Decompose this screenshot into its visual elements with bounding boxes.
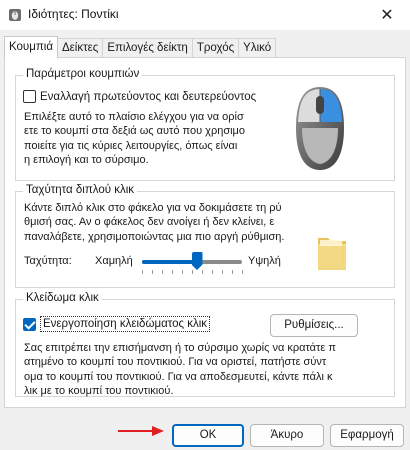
- tab-strip: Κουμπιά Δείκτες Επιλογές δείκτη Τροχός Υ…: [4, 36, 277, 58]
- slider-tick: [202, 270, 203, 274]
- apply-button[interactable]: Εφαρμογή: [330, 424, 404, 447]
- click-lock-group: Κλείδωμα κλικ Ενεργοποίηση κλειδώματος κ…: [15, 292, 395, 398]
- slider-tick: [142, 270, 143, 274]
- description-line: η επιλογή και το σύρσιμο.: [24, 153, 149, 166]
- description-line: παναλάβετε, χρησιμοποιώντας μια πιο αργή…: [24, 230, 285, 243]
- description-line: Κάντε διπλό κλικ στο φάκελο για να δοκιμ…: [24, 202, 282, 214]
- close-icon: ✕: [380, 7, 394, 24]
- tab-wheel[interactable]: Τροχός: [191, 38, 240, 58]
- button-configuration-legend: Παράμετροι κουμπιών: [23, 68, 143, 80]
- mouse-settings-icon: [9, 9, 21, 21]
- slider-tick: [222, 270, 223, 274]
- slider-thumb[interactable]: [191, 252, 203, 270]
- slider-tick: [242, 270, 243, 274]
- slider-tick: [152, 270, 153, 274]
- window-title: Ιδιότητες: Ποντίκι: [28, 7, 119, 21]
- description-line: ετε το κουμπί στα δεξιά ως αυτό που χρησ…: [24, 125, 246, 138]
- click-lock-checkbox-row[interactable]: Ενεργοποίηση κλειδώματος κλικ: [23, 316, 211, 332]
- description-line: λικ με το κουμπί του ποντικιού.: [24, 384, 174, 397]
- folder-icon[interactable]: [314, 232, 350, 274]
- speed-slow-label: Χαμηλή: [95, 255, 133, 267]
- click-lock-checkbox[interactable]: [23, 317, 36, 331]
- slider-tick: [232, 270, 233, 274]
- tab-pointers[interactable]: Δείκτες: [56, 38, 104, 58]
- speed-fast-label: Υψηλή: [248, 255, 281, 267]
- tab-buttons[interactable]: Κουμπιά: [4, 36, 58, 58]
- tab-panel: Παράμετροι κουμπιών Εναλλαγή πρωτεύοντος…: [4, 57, 406, 408]
- tab-pointer-options[interactable]: Επιλογές δείκτη: [102, 38, 193, 58]
- annotation-arrow: [118, 426, 164, 436]
- description-line: ομα το κουμπί του ποντικιού. Για να αποδ…: [24, 370, 333, 383]
- description-line: ατημένο το κουμπί του ποντικιού. Για να …: [24, 356, 327, 369]
- double-click-speed-group: Ταχύτητα διπλού κλικ Κάντε διπλό κλικ στ…: [15, 184, 395, 288]
- click-lock-legend: Κλείδωμα κλικ: [23, 292, 102, 304]
- description-line: Επιλέξτε αυτό το πλαίσιο ελέγχου για να …: [24, 111, 244, 123]
- slider-tick: [182, 270, 183, 274]
- tab-hardware[interactable]: Υλικό: [238, 38, 277, 58]
- slider-tick: [192, 270, 193, 274]
- switch-buttons-label[interactable]: Εναλλαγή πρωτεύοντος και δευτερεύοντος: [40, 91, 256, 103]
- title-bar: Ιδιότητες: Ποντίκι ✕: [0, 0, 410, 30]
- double-click-description: Κάντε διπλό κλικ στο φάκελο για να δοκιμ…: [24, 201, 314, 244]
- double-click-speed-legend: Ταχύτητα διπλού κλικ: [23, 184, 138, 196]
- click-lock-settings-button[interactable]: Ρυθμίσεις...: [270, 314, 358, 337]
- slider-tick: [212, 270, 213, 274]
- button-configuration-group: Παράμετροι κουμπιών Εναλλαγή πρωτεύοντος…: [15, 68, 395, 181]
- description-line: θμισή σας. Αν ο φάκελος δεν ανοίγει ή δε…: [24, 216, 275, 229]
- description-line: ποιείτε για τις κύριες λειτουργίες, όπως…: [24, 139, 238, 152]
- ok-button[interactable]: OK: [172, 424, 244, 447]
- mouse-properties-window: Ιδιότητες: Ποντίκι ✕ Κουμπιά Δείκτες Επι…: [0, 0, 410, 450]
- description-line: Σας επιτρέπει την επισήμανση ή το σύρσιμ…: [24, 342, 336, 354]
- slider-fill: [142, 260, 197, 264]
- click-lock-description: Σας επιτρέπει την επισήμανση ή το σύρσιμ…: [24, 341, 394, 398]
- mouse-icon: [296, 87, 344, 170]
- click-lock-label[interactable]: Ενεργοποίηση κλειδώματος κλικ: [40, 316, 211, 332]
- speed-label: Ταχύτητα:: [24, 255, 72, 267]
- cancel-button[interactable]: Άκυρο: [250, 424, 324, 447]
- switch-buttons-checkbox-row[interactable]: Εναλλαγή πρωτεύοντος και δευτερεύοντος: [23, 90, 256, 103]
- switch-buttons-checkbox[interactable]: [23, 90, 36, 103]
- slider-tick: [172, 270, 173, 274]
- button-configuration-description: Επιλέξτε αυτό το πλαίσιο ελέγχου για να …: [24, 110, 284, 167]
- slider-tick: [162, 270, 163, 274]
- close-button[interactable]: ✕: [364, 0, 410, 30]
